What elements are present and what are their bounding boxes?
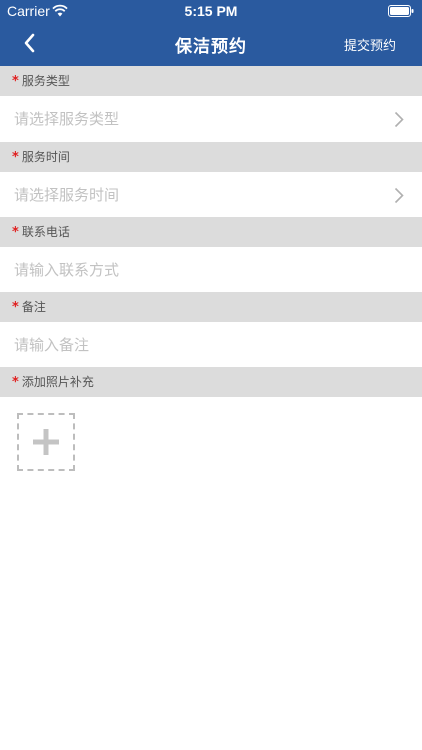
- section-header-service-time: * 服务时间: [0, 142, 422, 172]
- service-time-label: 服务时间: [21, 150, 70, 164]
- service-time-placeholder: 请选择服务时间: [14, 186, 120, 204]
- status-bar: Carrier 5:15 PM: [0, 0, 422, 22]
- remark-input[interactable]: 请输入备注: [0, 322, 422, 368]
- section-header-phone: * 联系电话: [0, 217, 422, 247]
- add-photo-button[interactable]: [17, 413, 75, 471]
- photos-label: 添加照片补充: [21, 375, 94, 389]
- phone-label: 联系电话: [21, 225, 70, 239]
- chevron-right-icon: [394, 187, 404, 204]
- remark-placeholder: 请输入备注: [14, 336, 90, 354]
- required-marker: *: [12, 150, 19, 165]
- required-marker: *: [12, 225, 19, 240]
- plus-icon: [33, 429, 59, 455]
- required-marker: *: [12, 375, 19, 390]
- section-header-remark: * 备注: [0, 292, 422, 322]
- remark-label: 备注: [21, 300, 46, 314]
- battery-icon: [388, 5, 414, 17]
- service-type-label: 服务类型: [21, 74, 70, 88]
- chevron-right-icon: [394, 111, 404, 128]
- service-time-selector[interactable]: 请选择服务时间: [0, 172, 422, 218]
- navigation-bar: Carrier 5:15 PM 保洁预约 提交预约: [0, 0, 422, 66]
- submit-reservation-button[interactable]: 提交预约: [344, 35, 396, 54]
- required-marker: *: [12, 74, 19, 89]
- status-time: 5:15 PM: [184, 3, 238, 19]
- section-header-photos: * 添加照片补充: [0, 367, 422, 397]
- service-type-selector[interactable]: 请选择服务类型: [0, 96, 422, 142]
- phone-placeholder: 请输入联系方式: [14, 261, 120, 279]
- required-marker: *: [12, 300, 19, 315]
- section-header-service-type: * 服务类型: [0, 66, 422, 96]
- phone-input[interactable]: 请输入联系方式: [0, 247, 422, 293]
- service-type-placeholder: 请选择服务类型: [14, 110, 120, 128]
